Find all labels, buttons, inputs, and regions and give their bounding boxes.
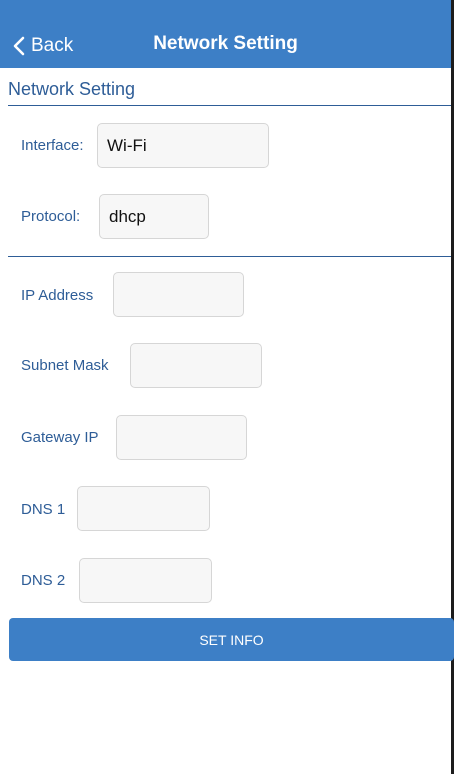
subnet-mask-field[interactable] bbox=[130, 343, 262, 388]
protocol-field[interactable]: dhcp bbox=[99, 194, 209, 239]
navigation-bar: Back Network Setting bbox=[0, 0, 451, 68]
ip-address-field[interactable] bbox=[113, 272, 244, 317]
protocol-label: Protocol: bbox=[21, 208, 81, 225]
gateway-ip-label: Gateway IP bbox=[21, 429, 99, 446]
interface-label: Interface: bbox=[21, 137, 84, 154]
form-divider bbox=[8, 256, 451, 257]
section-title: Network Setting bbox=[8, 79, 136, 99]
section-divider bbox=[8, 105, 451, 106]
ip-address-label: IP Address bbox=[21, 287, 94, 304]
navbar-title: Network Setting bbox=[153, 33, 298, 54]
subnet-mask-label: Subnet Mask bbox=[21, 357, 109, 374]
dns2-field[interactable] bbox=[79, 558, 212, 603]
set-info-button[interactable]: SET INFO bbox=[9, 618, 454, 661]
dns1-field[interactable] bbox=[77, 486, 210, 531]
dns2-label: DNS 2 bbox=[21, 572, 66, 589]
interface-field[interactable]: Wi-Fi bbox=[97, 123, 269, 168]
gateway-ip-field[interactable] bbox=[116, 415, 247, 460]
dns1-label: DNS 1 bbox=[21, 501, 66, 518]
